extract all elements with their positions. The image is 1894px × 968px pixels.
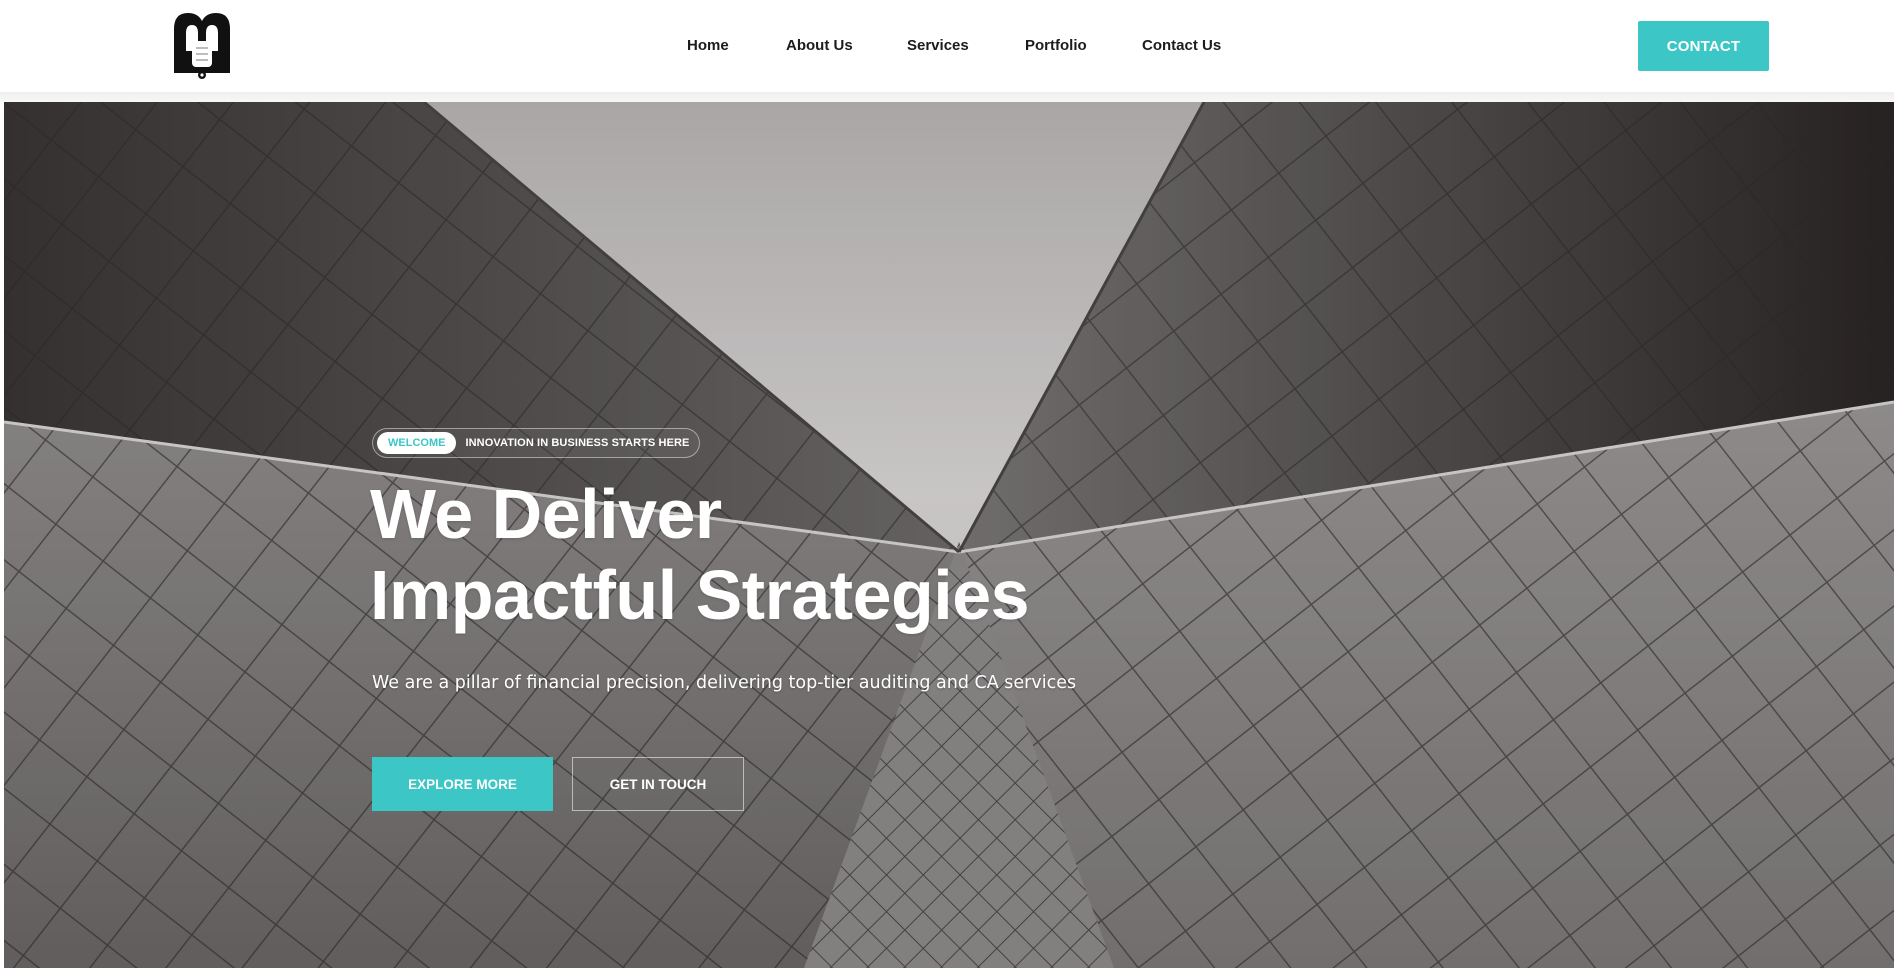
contact-button[interactable]: CONTACT — [1638, 21, 1769, 71]
welcome-badge: WELCOME INNOVATION IN BUSINESS STARTS HE… — [372, 428, 701, 458]
hero-title: We Deliver Impactful Strategies — [370, 474, 1270, 636]
nav-services[interactable]: Services — [907, 37, 969, 54]
site-header: Home About Us Services Portfolio Contact… — [0, 0, 1894, 92]
get-in-touch-button[interactable]: GET IN TOUCH — [572, 757, 744, 811]
welcome-pill: WELCOME — [377, 432, 457, 454]
main-nav: Home About Us Services Portfolio Contact… — [0, 37, 1894, 59]
hero-section: WELCOME INNOVATION IN BUSINESS STARTS HE… — [4, 102, 1894, 968]
explore-more-button[interactable]: EXPLORE MORE — [372, 757, 553, 811]
badge-tagline: INNOVATION IN BUSINESS STARTS HERE — [465, 437, 690, 449]
nav-home[interactable]: Home — [687, 37, 729, 54]
nav-portfolio[interactable]: Portfolio — [1025, 37, 1087, 54]
nav-about-us[interactable]: About Us — [786, 37, 853, 54]
hero-title-line-1: We Deliver — [370, 475, 722, 553]
hero-title-line-2: Impactful Strategies — [370, 556, 1030, 634]
header-divider — [0, 92, 1894, 102]
hero-subtitle: We are a pillar of financial precision, … — [372, 673, 1077, 693]
nav-contact-us[interactable]: Contact Us — [1142, 37, 1221, 54]
